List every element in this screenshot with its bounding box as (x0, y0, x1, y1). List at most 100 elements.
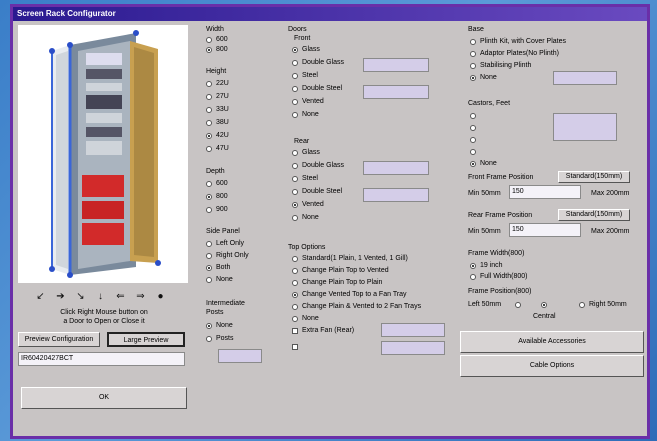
rear-door-option-label: Double Steel (302, 188, 343, 195)
frame-position-radio-left[interactable] (515, 302, 521, 308)
height-radio-47u[interactable] (206, 146, 212, 152)
reset-view-icon[interactable]: ● (155, 291, 166, 302)
top-option-radio-plain-to-vented[interactable] (292, 268, 298, 274)
castors-radio-2[interactable] (470, 125, 476, 131)
configurator-window: Screen Rack Configurator ↙ ➔ ↘ ↓ ⇐ ⇒ ● C… (10, 4, 650, 439)
height-radio-27u[interactable] (206, 94, 212, 100)
width-radio-600[interactable] (206, 37, 212, 43)
base-field[interactable] (553, 71, 617, 85)
front-door-radio-none[interactable] (292, 112, 298, 118)
base-option-label: Stabilising Plinth (480, 62, 532, 69)
top-option-label: Change Plain Top to Plain (302, 279, 383, 286)
rear-double-glass-field[interactable] (363, 161, 429, 175)
front-door-radio-double-glass[interactable] (292, 60, 298, 66)
front-door-option-label: None (302, 111, 319, 118)
rotate-down-icon[interactable]: ↓ (95, 291, 106, 302)
configuration-code-field[interactable]: IR60420427BCT (18, 352, 185, 366)
rear-frame-title: Rear Frame Position (468, 212, 533, 219)
rack-preview[interactable] (18, 25, 188, 283)
front-door-option-label: Double Steel (302, 85, 343, 92)
rear-door-radio-glass[interactable] (292, 150, 298, 156)
top-option-label: Standard(1 Plain, 1 Vented, 1 Gill) (302, 255, 408, 262)
rear-door-radio-double-steel[interactable] (292, 189, 298, 195)
extra-fan-field[interactable] (381, 323, 445, 337)
extra-option-field[interactable] (381, 341, 445, 355)
front-doors-title: Front (294, 35, 311, 42)
height-radio-33u[interactable] (206, 107, 212, 113)
front-double-glass-field[interactable] (363, 58, 429, 72)
available-accessories-button[interactable]: Available Accessories (460, 331, 644, 353)
width-radio-800[interactable] (206, 47, 212, 53)
front-door-radio-steel[interactable] (292, 73, 298, 79)
top-option-radio-none[interactable] (292, 316, 298, 322)
base-radio-adaptor-plates[interactable] (470, 51, 476, 57)
base-radio-plinth-kit[interactable] (470, 39, 476, 45)
height-radio-42u[interactable] (206, 133, 212, 139)
ok-button[interactable]: OK (21, 387, 187, 409)
rotate-right-icon[interactable]: ➔ (55, 291, 66, 302)
width-option-label: 600 (216, 36, 228, 43)
front-door-radio-double-steel[interactable] (292, 86, 298, 92)
height-option-label: 33U (216, 106, 229, 113)
intermediate-title-line2: Posts (206, 309, 224, 316)
frame-width-radio-19-inch[interactable] (470, 263, 476, 269)
rear-double-steel-field[interactable] (363, 188, 429, 202)
pan-right-icon[interactable]: ⇒ (135, 291, 146, 302)
window-title: Screen Rack Configurator (13, 7, 647, 21)
window-client: ↙ ➔ ↘ ↓ ⇐ ⇒ ● Click Right Mouse button o… (13, 21, 647, 436)
top-option-radio-two-fan-trays[interactable] (292, 304, 298, 310)
castors-radio-1[interactable] (470, 113, 476, 119)
extra-fan-rear-label: Extra Fan (Rear) (302, 327, 355, 334)
rear-door-radio-steel[interactable] (292, 176, 298, 182)
front-door-option-label: Steel (302, 72, 318, 79)
castors-radio-4[interactable] (470, 149, 476, 155)
height-radio-22u[interactable] (206, 81, 212, 87)
depth-radio-600[interactable] (206, 181, 212, 187)
extra-fan-rear-checkbox[interactable] (292, 328, 298, 334)
intermediate-radio-none[interactable] (206, 323, 212, 329)
castors-none-label: None (480, 160, 497, 167)
rear-door-option-label: Vented (302, 201, 324, 208)
depth-radio-800[interactable] (206, 194, 212, 200)
intermediate-posts-field[interactable] (218, 349, 262, 363)
frame-position-radio-right[interactable] (579, 302, 585, 308)
front-frame-input[interactable]: 150 (509, 185, 581, 199)
rear-frame-standard-button[interactable]: Standard(150mm) (558, 209, 630, 221)
base-radio-stabilising-plinth[interactable] (470, 63, 476, 69)
rotate-right-down-icon[interactable]: ↘ (75, 291, 86, 302)
rear-frame-input[interactable]: 150 (509, 223, 581, 237)
height-radio-38u[interactable] (206, 120, 212, 126)
rear-door-radio-vented[interactable] (292, 202, 298, 208)
depth-radio-900[interactable] (206, 207, 212, 213)
side-panel-radio-none[interactable] (206, 277, 212, 283)
rear-door-radio-none[interactable] (292, 215, 298, 221)
castors-radio-3[interactable] (470, 137, 476, 143)
depth-group-title: Depth (206, 168, 225, 175)
cable-options-button[interactable]: Cable Options (460, 355, 644, 377)
frame-position-radio-central[interactable] (541, 302, 547, 308)
front-frame-standard-button[interactable]: Standard(150mm) (558, 171, 630, 183)
frame-width-radio-full[interactable] (470, 274, 476, 280)
large-preview-button[interactable]: Large Preview (107, 332, 185, 347)
extra-option-checkbox[interactable] (292, 344, 298, 350)
rear-door-radio-double-glass[interactable] (292, 163, 298, 169)
castors-radio-none[interactable] (470, 161, 476, 167)
preview-configuration-button[interactable]: Preview Configuration (18, 332, 100, 347)
base-option-label: Plinth Kit, with Cover Plates (480, 38, 566, 45)
side-panel-radio-both[interactable] (206, 265, 212, 271)
side-panel-radio-left-only[interactable] (206, 241, 212, 247)
top-option-radio-vented-to-fan-tray[interactable] (292, 292, 298, 298)
intermediate-radio-posts[interactable] (206, 336, 212, 342)
base-radio-none[interactable] (470, 75, 476, 81)
side-panel-radio-right-only[interactable] (206, 253, 212, 259)
front-door-radio-vented[interactable] (292, 99, 298, 105)
front-door-radio-glass[interactable] (292, 47, 298, 53)
top-option-radio-standard[interactable] (292, 256, 298, 262)
rear-doors-title: Rear (294, 138, 310, 145)
castors-field[interactable] (553, 113, 617, 141)
front-double-steel-field[interactable] (363, 85, 429, 99)
front-frame-title: Front Frame Position (468, 174, 534, 181)
pan-left-icon[interactable]: ⇐ (115, 291, 126, 302)
rotate-left-down-icon[interactable]: ↙ (35, 291, 46, 302)
top-option-radio-plain-to-plain[interactable] (292, 280, 298, 286)
